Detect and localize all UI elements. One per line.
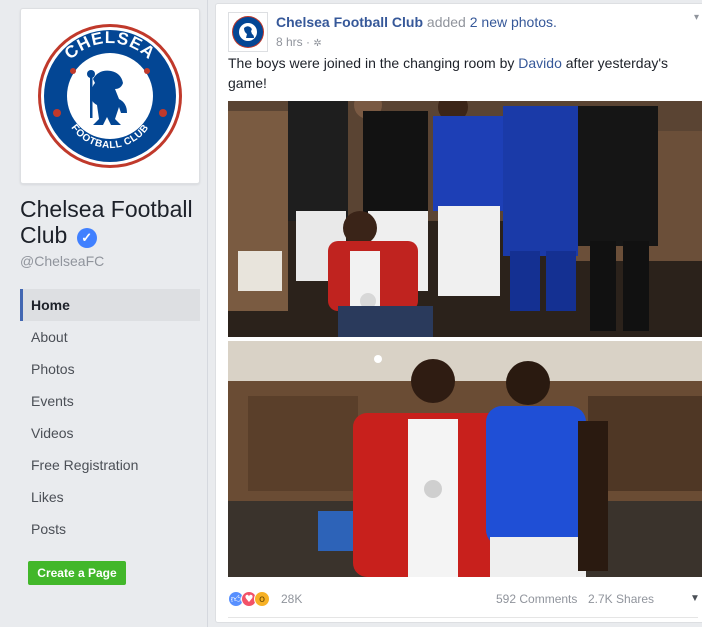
globe-icon[interactable]: ✲ — [313, 38, 321, 49]
page-name-text[interactable]: Chelsea Football Club — [20, 196, 193, 248]
davido-and-player-photo — [228, 341, 702, 577]
nav-item-about[interactable]: About — [20, 321, 200, 353]
reaction-icons[interactable]: 👍︎ ♥ o — [228, 591, 270, 607]
post-author-link[interactable]: Chelsea Football Club — [276, 14, 423, 30]
post-photo-1[interactable] — [228, 101, 702, 337]
nav-item-likes[interactable]: Likes — [20, 481, 200, 513]
verified-badge-icon: ✓ — [76, 228, 97, 248]
nav-item-events[interactable]: Events — [20, 385, 200, 417]
create-page-button[interactable]: Create a Page — [28, 561, 126, 585]
post-options-chevron-icon[interactable]: ▾ — [694, 12, 699, 23]
post-action-text: added — [426, 14, 466, 30]
chelsea-crest-small-logo — [232, 16, 264, 48]
page-title[interactable]: Chelsea Football Club ✓ — [20, 196, 205, 248]
left-column: CHELSEA FOOTBALL CLUB Chelsea Football C… — [0, 0, 210, 627]
nav-item-free-registration[interactable]: Free Registration — [20, 449, 200, 481]
nav-item-home[interactable]: Home — [20, 289, 200, 321]
post-footer-divider — [228, 617, 698, 618]
post-message: The boys were joined in the changing roo… — [228, 53, 693, 93]
shares-count-link[interactable]: 2.7K Shares — [588, 592, 654, 606]
changing-room-group-photo — [228, 101, 702, 337]
post-card: Chelsea Football Club added 2 new photos… — [215, 3, 702, 623]
profile-picture[interactable]: CHELSEA FOOTBALL CLUB — [20, 8, 200, 184]
post-author-avatar[interactable] — [228, 12, 268, 52]
post-meta: 8 hrs · ✲ — [276, 35, 322, 49]
chelsea-crest-logo: CHELSEA FOOTBALL CLUB — [38, 24, 182, 168]
post-header: Chelsea Football Club added 2 new photos… — [276, 14, 557, 30]
new-photos-link[interactable]: 2 new photos. — [470, 14, 557, 30]
nav-item-photos[interactable]: Photos — [20, 353, 200, 385]
post-photo-2[interactable] — [228, 341, 702, 577]
post-timestamp[interactable]: 8 hrs — [276, 35, 303, 49]
post-text-part: The boys were joined in the changing roo… — [228, 55, 519, 71]
nav-item-posts[interactable]: Posts — [20, 513, 200, 545]
comments-count-link[interactable]: 592 Comments — [496, 592, 577, 606]
column-divider — [207, 0, 208, 627]
page-nav: Home About Photos Events Videos Free Reg… — [20, 289, 200, 545]
mention-link[interactable]: Davido — [518, 55, 562, 71]
wow-reaction-icon: o — [254, 591, 270, 607]
meta-separator: · — [306, 35, 311, 49]
nav-item-videos[interactable]: Videos — [20, 417, 200, 449]
reactions-bar: 👍︎ ♥ o 28K 592 Comments 2.7K Shares ▼ — [228, 588, 700, 610]
caret-down-icon[interactable]: ▼ — [690, 593, 700, 604]
page-handle[interactable]: @ChelseaFC — [20, 253, 104, 269]
reactions-count[interactable]: 28K — [281, 592, 302, 606]
